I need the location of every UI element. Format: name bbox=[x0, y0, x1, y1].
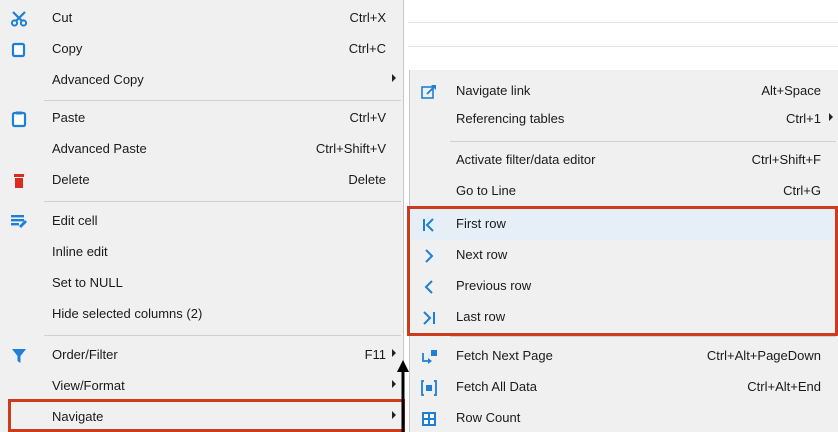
navigate-link-icon bbox=[420, 83, 438, 101]
menu-item-order-filter[interactable]: Order/Filter F11 bbox=[0, 340, 404, 371]
menu-separator bbox=[44, 335, 401, 336]
first-row-icon bbox=[420, 216, 438, 234]
menu-item-delete[interactable]: Delete Delete bbox=[0, 165, 404, 196]
menu-item-label: Cut bbox=[52, 10, 73, 25]
sub-item-shortcut: Alt+Space bbox=[761, 83, 821, 98]
sub-item-label: Go to Line bbox=[456, 183, 516, 198]
menu-item-label: Delete bbox=[52, 172, 90, 187]
last-row-icon bbox=[420, 309, 438, 327]
menu-item-label: Advanced Copy bbox=[52, 72, 144, 87]
sub-item-referencing-tables[interactable]: Referencing tables Ctrl+1 bbox=[410, 104, 838, 135]
sub-item-previous-row[interactable]: Previous row bbox=[410, 271, 838, 302]
sub-item-label: Next row bbox=[456, 247, 508, 262]
sub-item-go-to-line[interactable]: Go to Line Ctrl+G bbox=[410, 176, 838, 207]
menu-separator bbox=[450, 336, 836, 337]
menu-item-shortcut: F11 bbox=[364, 347, 386, 362]
menu-item-cut[interactable]: Cut Ctrl+X bbox=[0, 3, 404, 34]
sub-item-next-row[interactable]: Next row bbox=[410, 240, 838, 271]
sub-item-shortcut: Ctrl+G bbox=[783, 183, 821, 198]
scissors-icon bbox=[10, 10, 28, 28]
sub-item-row-count[interactable]: Row Count bbox=[410, 403, 838, 432]
copy-icon bbox=[10, 41, 28, 59]
filter-icon bbox=[10, 347, 28, 365]
menu-item-label: Hide selected columns (2) bbox=[52, 306, 203, 321]
edit-cell-icon bbox=[10, 213, 28, 231]
next-row-icon bbox=[420, 247, 438, 265]
menu-item-paste[interactable]: Paste Ctrl+V bbox=[0, 103, 404, 134]
menu-item-label: Copy bbox=[52, 41, 83, 56]
menu-item-advanced-paste[interactable]: Advanced Paste Ctrl+Shift+V bbox=[0, 134, 404, 165]
sub-item-label: Fetch All Data bbox=[456, 379, 537, 394]
menu-separator bbox=[44, 201, 401, 202]
menu-item-label: Advanced Paste bbox=[52, 141, 147, 156]
menu-item-inline-edit[interactable]: Inline edit bbox=[0, 237, 404, 268]
context-menu: Cut Ctrl+X Copy Ctrl+C Advanced Copy Pas… bbox=[0, 0, 404, 432]
fetch-all-data-icon bbox=[420, 379, 438, 397]
sub-item-fetch-next-page[interactable]: Fetch Next Page Ctrl+Alt+PageDown bbox=[410, 341, 838, 372]
submenu-arrow-icon bbox=[392, 74, 396, 82]
grid-line bbox=[408, 46, 838, 47]
sub-item-label: Last row bbox=[456, 309, 506, 324]
menu-item-shortcut: Ctrl+X bbox=[349, 10, 386, 25]
menu-item-label: Edit cell bbox=[52, 213, 98, 228]
menu-item-view-format[interactable]: View/Format bbox=[0, 371, 404, 402]
sub-item-shortcut: Ctrl+Shift+F bbox=[751, 152, 821, 167]
sub-item-navigate-link[interactable]: Navigate link Alt+Space bbox=[410, 76, 838, 107]
sub-item-shortcut: Ctrl+Alt+End bbox=[747, 379, 821, 394]
grid-line bbox=[408, 22, 838, 23]
menu-item-label: Paste bbox=[52, 110, 86, 125]
annotation-arrow-icon bbox=[397, 360, 409, 432]
clipboard-icon bbox=[10, 110, 28, 128]
submenu-arrow-icon bbox=[829, 113, 833, 121]
sub-item-label: Activate filter/data editor bbox=[456, 152, 596, 167]
trash-icon bbox=[10, 172, 28, 190]
row-count-icon bbox=[420, 410, 438, 428]
menu-item-advanced-copy[interactable]: Advanced Copy bbox=[0, 65, 404, 96]
sub-item-shortcut: Ctrl+Alt+PageDown bbox=[706, 348, 821, 363]
sub-item-label: Row Count bbox=[456, 410, 521, 425]
navigate-submenu: Navigate link Alt+Space Referencing tabl… bbox=[409, 70, 838, 432]
sub-item-label: Navigate link bbox=[456, 83, 531, 98]
menu-item-hide-selected-columns[interactable]: Hide selected columns (2) bbox=[0, 299, 404, 330]
menu-item-label: Set to NULL bbox=[52, 275, 123, 290]
menu-item-label: Inline edit bbox=[52, 244, 108, 259]
sub-item-first-row[interactable]: First row bbox=[410, 209, 838, 240]
sub-item-label: Fetch Next Page bbox=[456, 348, 553, 363]
sub-item-label: First row bbox=[456, 216, 506, 231]
fetch-next-page-icon bbox=[420, 348, 438, 366]
submenu-arrow-icon bbox=[392, 349, 396, 357]
sub-item-last-row[interactable]: Last row bbox=[410, 302, 838, 333]
menu-item-label: View/Format bbox=[52, 378, 125, 393]
menu-item-shortcut: Delete bbox=[348, 172, 386, 187]
menu-item-copy[interactable]: Copy Ctrl+C bbox=[0, 34, 404, 65]
menu-item-shortcut: Ctrl+V bbox=[349, 110, 386, 125]
menu-item-edit-cell[interactable]: Edit cell bbox=[0, 206, 404, 237]
menu-separator bbox=[450, 141, 836, 142]
menu-item-label: Navigate bbox=[52, 409, 104, 424]
sub-item-fetch-all-data[interactable]: Fetch All Data Ctrl+Alt+End bbox=[410, 372, 838, 403]
previous-row-icon bbox=[420, 278, 438, 296]
menu-item-set-to-null[interactable]: Set to NULL bbox=[0, 268, 404, 299]
menu-separator bbox=[44, 100, 401, 101]
sub-item-label: Previous row bbox=[456, 278, 532, 293]
sub-item-label: Referencing tables bbox=[456, 111, 565, 126]
sub-item-activate-filter[interactable]: Activate filter/data editor Ctrl+Shift+F bbox=[410, 145, 838, 176]
sub-item-shortcut: Ctrl+1 bbox=[785, 111, 821, 126]
menu-item-label: Order/Filter bbox=[52, 347, 118, 362]
menu-item-navigate[interactable]: Navigate bbox=[0, 402, 404, 432]
menu-item-shortcut: Ctrl+Shift+V bbox=[315, 141, 386, 156]
menu-item-shortcut: Ctrl+C bbox=[348, 41, 386, 56]
